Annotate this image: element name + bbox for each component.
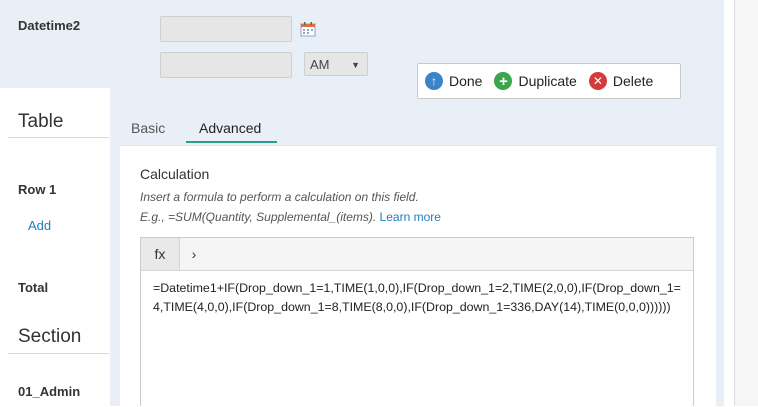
duplicate-label: Duplicate [518,73,577,89]
done-label: Done [449,73,483,89]
calculation-example: E.g., =SUM(Quantity, Supplemental_(items… [140,210,441,224]
calendar-icon[interactable] [300,21,316,37]
field-action-toolbar: ↑ Done + Duplicate ✕ Delete [417,63,681,99]
date-input[interactable] [160,16,292,42]
calculation-title: Calculation [140,166,210,182]
formula-editor: fx › =Datetime1+IF(Drop_down_1=1,TIME(1,… [140,237,694,406]
table-divider [8,137,109,138]
formula-editor-toolbar: fx › [141,238,693,271]
chevron-right-icon[interactable]: › [185,238,203,270]
formula-textarea[interactable]: =Datetime1+IF(Drop_down_1=1,TIME(1,0,0),… [153,279,683,317]
learn-more-link[interactable]: Learn more [380,210,441,224]
active-tab-indicator [186,141,277,143]
calculation-help-text: Insert a formula to perform a calculatio… [140,190,419,204]
tab-advanced[interactable]: Advanced [199,120,261,136]
done-button[interactable]: ↑ Done [425,72,482,90]
time-input[interactable] [160,52,292,78]
example-text: E.g., =SUM(Quantity, Supplemental_(items… [140,210,377,224]
fx-button[interactable]: fx [141,238,180,270]
ampm-selected-value: AM [310,57,330,72]
datetime-field-label: Datetime2 [18,18,81,33]
ampm-select[interactable]: AM ▼ [304,52,368,76]
scrollbar-track[interactable] [734,0,758,406]
duplicate-button[interactable]: + Duplicate [494,72,577,90]
section-item-admin[interactable]: 01_Admin [18,384,80,399]
arrow-up-icon: ↑ [425,72,443,90]
add-row-link[interactable]: Add [28,218,51,233]
table-section-title: Table [18,111,64,132]
dropdown-caret-icon: ▼ [351,60,360,70]
delete-button[interactable]: ✕ Delete [588,72,654,90]
close-icon: ✕ [588,72,607,90]
total-label: Total [18,280,49,295]
row-label: Row 1 [18,182,57,197]
section-title: Section [18,326,82,347]
plus-icon: + [494,72,513,90]
tab-basic[interactable]: Basic [131,120,165,136]
section-divider [8,353,109,354]
delete-label: Delete [612,73,654,89]
